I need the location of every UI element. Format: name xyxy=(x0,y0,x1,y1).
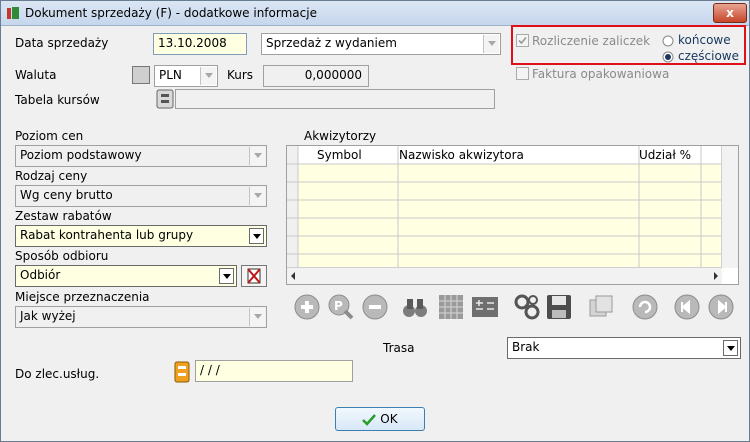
rodzaj-ceny-label: Rodzaj ceny xyxy=(15,169,88,183)
dialog-window: Dokument sprzedaży (F) - dodatkowe infor… xyxy=(0,0,750,442)
gears-icon[interactable] xyxy=(513,293,541,321)
chevron-down-icon[interactable] xyxy=(200,67,216,85)
copy-icon[interactable] xyxy=(587,293,615,321)
do-zlec-label: Do zlec.usług. xyxy=(15,367,100,381)
chevron-down-icon[interactable] xyxy=(249,187,265,205)
miejsce-przeznaczenia-select[interactable]: Jak wyżej xyxy=(15,306,267,328)
typ-sprzedazy-select[interactable]: Sprzedaż z wydaniem xyxy=(261,33,501,55)
column-header-symbol[interactable]: Symbol xyxy=(317,148,362,162)
faktura-opakowaniowa-label: Faktura opakowaniowa xyxy=(532,67,670,81)
akwizytorzy-label: Akwizytorzy xyxy=(304,129,377,143)
sposob-odbioru-label: Sposób odbioru xyxy=(15,249,109,263)
tabela-kursow-input[interactable] xyxy=(175,89,495,109)
refresh-icon[interactable] xyxy=(631,293,659,321)
waluta-color-button[interactable] xyxy=(132,66,150,84)
window-title: Dokument sprzedaży (F) - dodatkowe infor… xyxy=(25,6,317,20)
typ-sprzedazy-value: Sprzedaż z wydaniem xyxy=(266,36,397,50)
radio-czesciowe[interactable] xyxy=(662,51,674,63)
add-icon[interactable] xyxy=(293,293,321,321)
poziom-cen-select[interactable]: Poziom podstawowy xyxy=(15,145,267,167)
clear-field-icon[interactable] xyxy=(241,265,267,287)
column-header-udzial[interactable]: Udział % xyxy=(639,148,691,162)
data-sprzedazy-input[interactable]: 13.10.2008 xyxy=(153,33,247,55)
kurs-input[interactable]: 0,000000 xyxy=(263,65,369,87)
waluta-label: Waluta xyxy=(15,68,57,82)
rodzaj-ceny-select[interactable]: Wg ceny brutto xyxy=(15,185,267,207)
remove-icon[interactable] xyxy=(361,293,389,321)
last-icon[interactable] xyxy=(707,293,735,321)
binoculars-icon[interactable] xyxy=(401,293,429,321)
data-sprzedazy-label: Data sprzedaży xyxy=(15,36,109,50)
scroll-left-icon[interactable] xyxy=(289,271,297,281)
first-icon[interactable] xyxy=(673,293,701,321)
trasa-label: Trasa xyxy=(383,341,415,355)
check-icon xyxy=(362,413,377,426)
save-icon[interactable] xyxy=(545,293,573,321)
radio-koncowe-label: końcowe xyxy=(678,33,731,47)
list-icon[interactable] xyxy=(156,89,174,109)
calendar-icon[interactable] xyxy=(174,361,190,383)
chevron-down-icon[interactable] xyxy=(219,268,234,284)
column-header-nazwisko[interactable]: Nazwisko akwizytora xyxy=(399,148,524,162)
radio-czesciowe-label: częściowe xyxy=(678,49,740,63)
chevron-down-icon[interactable] xyxy=(249,308,265,326)
poziom-cen-label: Poziom cen xyxy=(15,129,84,143)
sposob-odbioru-select[interactable]: Odbiór xyxy=(15,265,237,287)
search-icon[interactable]: P xyxy=(327,293,355,321)
trasa-select[interactable]: Brak xyxy=(507,337,741,359)
svg-text:P: P xyxy=(334,299,343,313)
chevron-down-icon[interactable] xyxy=(723,340,738,356)
title-bar: Dokument sprzedaży (F) - dodatkowe infor… xyxy=(1,1,749,26)
rozliczenie-checkbox[interactable] xyxy=(516,34,529,47)
app-icon xyxy=(7,7,19,19)
calculator-icon[interactable] xyxy=(471,293,499,321)
chevron-down-icon[interactable] xyxy=(483,35,499,53)
zestaw-rabatow-select[interactable]: Rabat kontrahenta lub grupy xyxy=(15,225,267,247)
poziom-cen-value: Poziom podstawowy xyxy=(20,148,142,162)
zestaw-rabatow-value: Rabat kontrahenta lub grupy xyxy=(20,228,194,242)
faktura-opakowaniowa-checkbox[interactable] xyxy=(516,67,529,80)
ok-button-label: OK xyxy=(380,412,398,426)
waluta-select[interactable]: PLN xyxy=(154,65,218,87)
do-zlec-input[interactable]: / / / xyxy=(195,360,353,382)
table-icon[interactable] xyxy=(437,293,465,321)
rodzaj-ceny-value: Wg ceny brutto xyxy=(20,188,113,202)
ok-button[interactable]: OK xyxy=(335,407,425,431)
close-icon: x xyxy=(726,6,734,20)
akwizytorzy-table[interactable]: Symbol Nazwisko akwizytora Udział % xyxy=(286,145,739,285)
vertical-scrollbar[interactable] xyxy=(721,146,738,268)
waluta-value: PLN xyxy=(159,68,182,82)
grid-lines xyxy=(287,146,724,270)
miejsce-przeznaczenia-value: Jak wyżej xyxy=(20,309,76,323)
zestaw-rabatow-label: Zestaw rabatów xyxy=(15,209,112,223)
miejsce-przeznaczenia-label: Miejsce przeznaczenia xyxy=(15,290,150,304)
radio-koncowe[interactable] xyxy=(662,35,674,47)
chevron-down-icon[interactable] xyxy=(249,228,264,244)
horizontal-scrollbar[interactable] xyxy=(287,267,722,284)
rozliczenie-label: Rozliczenie zaliczek xyxy=(532,34,651,48)
kurs-label: Kurs xyxy=(227,68,254,82)
tabela-kursow-label: Tabela kursów xyxy=(15,93,100,107)
sposob-odbioru-value: Odbiór xyxy=(20,268,61,282)
trasa-value: Brak xyxy=(512,340,540,354)
scroll-right-icon[interactable] xyxy=(712,271,720,281)
chevron-down-icon[interactable] xyxy=(249,147,265,165)
close-button[interactable]: x xyxy=(713,3,747,23)
